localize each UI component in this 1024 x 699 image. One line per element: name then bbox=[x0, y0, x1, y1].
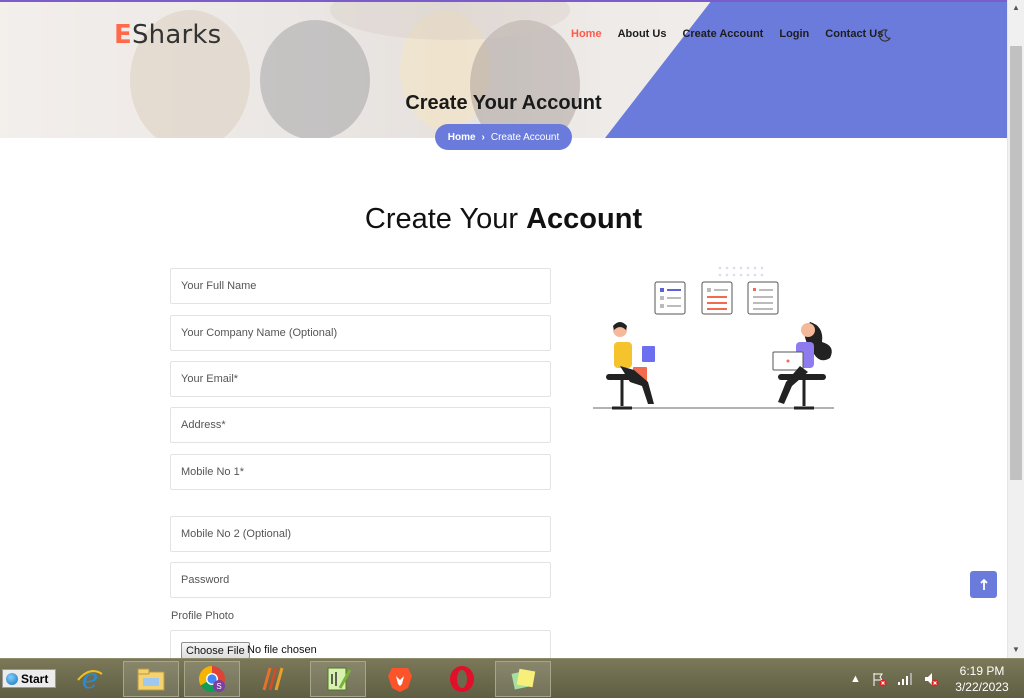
section-title: Create Your Account bbox=[364, 203, 643, 235]
chrome-icon[interactable]: S bbox=[184, 661, 240, 697]
file-explorer-icon[interactable] bbox=[123, 661, 179, 697]
svg-text:S: S bbox=[216, 682, 221, 691]
start-globe-icon bbox=[6, 672, 18, 685]
action-center-flag-icon[interactable] bbox=[871, 671, 887, 687]
network-signal-icon[interactable] bbox=[897, 672, 913, 686]
company-name-input[interactable]: Your Company Name (Optional) bbox=[170, 315, 551, 351]
moon-icon[interactable] bbox=[877, 28, 892, 43]
back-to-top-button[interactable] bbox=[970, 571, 997, 598]
choose-file-button[interactable]: Choose File bbox=[181, 642, 250, 658]
signup-illustration bbox=[593, 266, 834, 410]
scrollbar-thumb[interactable] bbox=[1010, 46, 1022, 480]
password-input[interactable]: Password bbox=[170, 562, 551, 598]
show-hidden-icons-chevron-icon[interactable]: ▲ bbox=[850, 673, 861, 685]
file-status-text: No file chosen bbox=[247, 644, 317, 656]
system-clock[interactable]: 6:19 PM 3/22/2023 bbox=[952, 663, 1012, 695]
internet-explorer-icon[interactable]: e bbox=[62, 661, 118, 697]
nav-create-account[interactable]: Create Account bbox=[682, 28, 763, 40]
full-name-input[interactable]: Your Full Name bbox=[170, 268, 551, 304]
start-label: Start bbox=[21, 671, 49, 686]
vertical-scrollbar[interactable]: ▲ ▼ bbox=[1007, 0, 1024, 658]
mobile-2-input[interactable]: Mobile No 2 (Optional) bbox=[170, 516, 551, 552]
browser-page: ESharks Home About Us Create Account Log… bbox=[0, 0, 1007, 658]
site-logo[interactable]: ESharks bbox=[114, 20, 221, 50]
volume-muted-icon[interactable] bbox=[923, 671, 939, 687]
scroll-down-arrow-icon[interactable]: ▼ bbox=[1012, 645, 1020, 654]
breadcrumb-separator: › bbox=[481, 131, 485, 143]
start-button[interactable]: Start bbox=[2, 669, 56, 688]
breadcrumb: Home › Create Account bbox=[435, 124, 572, 150]
brave-icon[interactable] bbox=[372, 661, 428, 697]
page-title: Create Your Account bbox=[405, 92, 602, 114]
svg-text:e: e bbox=[82, 664, 99, 694]
pixel-app-icon[interactable] bbox=[245, 661, 301, 697]
window-top-border bbox=[0, 0, 1024, 2]
profile-photo-label: Profile Photo bbox=[171, 610, 234, 622]
nav-contact-us[interactable]: Contact Us bbox=[825, 28, 883, 40]
opera-icon[interactable] bbox=[434, 661, 490, 697]
nav-about-us[interactable]: About Us bbox=[618, 28, 667, 40]
breadcrumb-current: Create Account bbox=[490, 131, 560, 143]
arrow-up-icon bbox=[979, 578, 988, 590]
notepadpp-icon[interactable] bbox=[310, 661, 366, 697]
nav-login[interactable]: Login bbox=[779, 28, 809, 40]
mobile-1-input[interactable]: Mobile No 1* bbox=[170, 454, 551, 490]
nav-home[interactable]: Home bbox=[571, 28, 602, 40]
sticky-notes-icon[interactable] bbox=[495, 661, 551, 697]
address-input[interactable]: Address* bbox=[170, 407, 551, 443]
scroll-up-arrow-icon[interactable]: ▲ bbox=[1012, 3, 1020, 12]
main-nav: Home About Us Create Account Login Conta… bbox=[571, 28, 883, 40]
breadcrumb-home[interactable]: Home bbox=[448, 132, 476, 143]
clock-date: 3/22/2023 bbox=[955, 680, 1009, 694]
clock-time: 6:19 PM bbox=[959, 664, 1005, 678]
system-tray: ▲ bbox=[850, 659, 939, 699]
email-input[interactable]: Your Email* bbox=[170, 361, 551, 397]
taskbar: Start e S ▲ 6:19 PM 3/22/2023 bbox=[0, 658, 1024, 698]
